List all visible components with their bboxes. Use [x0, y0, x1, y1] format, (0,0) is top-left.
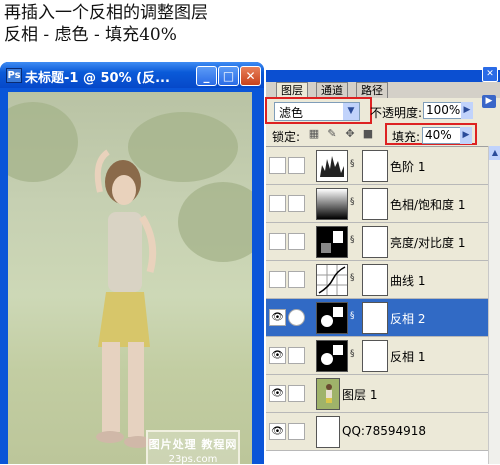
document-title: 未标题-1 @ 50% (反...	[25, 71, 170, 86]
panel-close-icon[interactable]: ✕	[482, 66, 498, 82]
blend-mode-row: 滤色 ▼ 不透明度: 100% ▶	[265, 97, 500, 124]
layer-row[interactable]: § 色相/饱和度 1	[266, 185, 488, 223]
layer-name: QQ:78594918	[342, 424, 427, 438]
layer-row[interactable]: 👁 § 反相 1	[266, 337, 488, 375]
brush-icon[interactable]	[288, 309, 305, 326]
link-toggle[interactable]	[288, 347, 305, 364]
maximize-button[interactable]: □	[218, 66, 239, 86]
tree-foliage	[178, 182, 252, 262]
layer-mask[interactable]	[362, 264, 388, 296]
opacity-input[interactable]: 100%	[423, 102, 463, 119]
chain-link-icon: §	[350, 311, 355, 321]
opacity-slider-icon[interactable]: ▶	[461, 102, 473, 119]
levels-icon	[316, 150, 348, 182]
layers-scrollbar[interactable]: ▲	[488, 146, 500, 464]
tab-layers[interactable]: 图层	[276, 82, 308, 98]
document-window: Ps 未标题-1 @ 50% (反... _ □ ✕ 图片处理 教程网 23ps…	[0, 62, 264, 464]
lock-position-icon[interactable]: ✥	[344, 128, 356, 140]
lock-transparency-icon[interactable]: ▦	[308, 128, 320, 140]
panel-tabs: 图层 通道 路径 ▶	[266, 82, 500, 108]
document-title-bar[interactable]: Ps 未标题-1 @ 50% (反... _ □ ✕	[0, 62, 264, 88]
layer-name: 反相 1	[390, 350, 426, 364]
lock-all-icon[interactable]: ■	[362, 128, 374, 140]
link-toggle[interactable]	[288, 271, 305, 288]
lock-label: 锁定:	[272, 130, 301, 144]
layer-row[interactable]: § 亮度/对比度 1	[266, 223, 488, 261]
invert-icon	[316, 302, 348, 334]
layer-name: 色阶 1	[390, 160, 426, 174]
fill-label: 填充:	[392, 130, 421, 144]
layer-row[interactable]: 👁 QQ:78594918	[266, 413, 488, 451]
caption-line-1: 再插入一个反相的调整图层	[4, 3, 208, 23]
layer-row-selected[interactable]: 👁 § 反相 2	[266, 299, 488, 337]
layer-name: 亮度/对比度 1	[390, 236, 466, 250]
scroll-up-icon[interactable]: ▲	[489, 146, 500, 160]
layer-mask[interactable]	[362, 188, 388, 220]
layers-panel: ✕ 图层 通道 路径 ▶ 滤色 ▼ 不透明度: 100% ▶ 锁定: ▦ ✎ ✥…	[265, 66, 500, 465]
link-toggle[interactable]	[288, 423, 305, 440]
brightness-contrast-icon	[316, 226, 348, 258]
visibility-toggle[interactable]	[269, 233, 286, 250]
invert-icon	[316, 340, 348, 372]
curves-icon	[316, 264, 348, 296]
opacity-label: 不透明度:	[370, 106, 423, 120]
layer-mask[interactable]	[362, 302, 388, 334]
eye-icon[interactable]: 👁	[269, 309, 286, 326]
link-toggle[interactable]	[288, 195, 305, 212]
eye-icon[interactable]: 👁	[269, 423, 286, 440]
tab-paths[interactable]: 路径	[356, 82, 388, 98]
link-toggle[interactable]	[288, 157, 305, 174]
layer-name: 曲线 1	[390, 274, 426, 288]
tab-channels[interactable]: 通道	[316, 82, 348, 98]
girl-photo	[94, 149, 157, 448]
watermark: 图片处理 教程网 23ps.com	[146, 430, 240, 464]
layer-name: 色相/饱和度 1	[390, 198, 466, 212]
panel-title-strip[interactable]: ✕	[266, 66, 500, 82]
watermark-url: 23ps.com	[168, 454, 218, 464]
layer-row[interactable]: 👁 图层 1	[266, 375, 488, 413]
chain-link-icon: §	[350, 273, 355, 283]
minimize-button[interactable]: _	[196, 66, 217, 86]
hue-saturation-icon	[316, 188, 348, 220]
eye-icon[interactable]: 👁	[269, 347, 286, 364]
layer-name: 图层 1	[342, 388, 378, 402]
layer-name: 反相 2	[390, 312, 426, 326]
close-button[interactable]: ✕	[240, 66, 261, 86]
watermark-text: 图片处理 教程网	[148, 438, 238, 451]
chain-link-icon: §	[350, 349, 355, 359]
blank-thumbnail	[316, 416, 340, 448]
visibility-toggle[interactable]	[269, 157, 286, 174]
document-canvas[interactable]: 图片处理 教程网 23ps.com	[8, 92, 252, 464]
instruction-caption: 再插入一个反相的调整图层 反相 - 虑色 - 填充40%	[4, 2, 334, 46]
fill-slider-icon[interactable]: ▶	[460, 127, 472, 144]
photoshop-app-icon: Ps	[6, 68, 22, 83]
layer-mask[interactable]	[362, 340, 388, 372]
lock-row: 锁定: ▦ ✎ ✥ ■ 填充: 40% ▶	[266, 123, 500, 146]
layer-mask[interactable]	[362, 226, 388, 258]
chain-link-icon: §	[350, 159, 355, 169]
visibility-toggle[interactable]	[269, 271, 286, 288]
visibility-toggle[interactable]	[269, 195, 286, 212]
lock-pixels-icon[interactable]: ✎	[326, 128, 338, 140]
layer-row[interactable]: § 曲线 1	[266, 261, 488, 299]
layer-mask[interactable]	[362, 150, 388, 182]
chain-link-icon: §	[350, 197, 355, 207]
link-toggle[interactable]	[288, 233, 305, 250]
caption-line-2: 反相 - 虑色 - 填充40%	[4, 25, 177, 45]
blend-mode-highlight	[265, 97, 372, 124]
chain-link-icon: §	[350, 235, 355, 245]
link-toggle[interactable]	[288, 385, 305, 402]
photo-thumbnail	[316, 378, 340, 410]
layer-row[interactable]: § 色阶 1	[266, 147, 488, 185]
eye-icon[interactable]: 👁	[269, 385, 286, 402]
layers-list: § 色阶 1 § 色相/饱和度 1 § 亮度/对比度 1 § 曲线 1 👁 § …	[266, 146, 488, 465]
fill-input[interactable]: 40%	[422, 127, 462, 144]
